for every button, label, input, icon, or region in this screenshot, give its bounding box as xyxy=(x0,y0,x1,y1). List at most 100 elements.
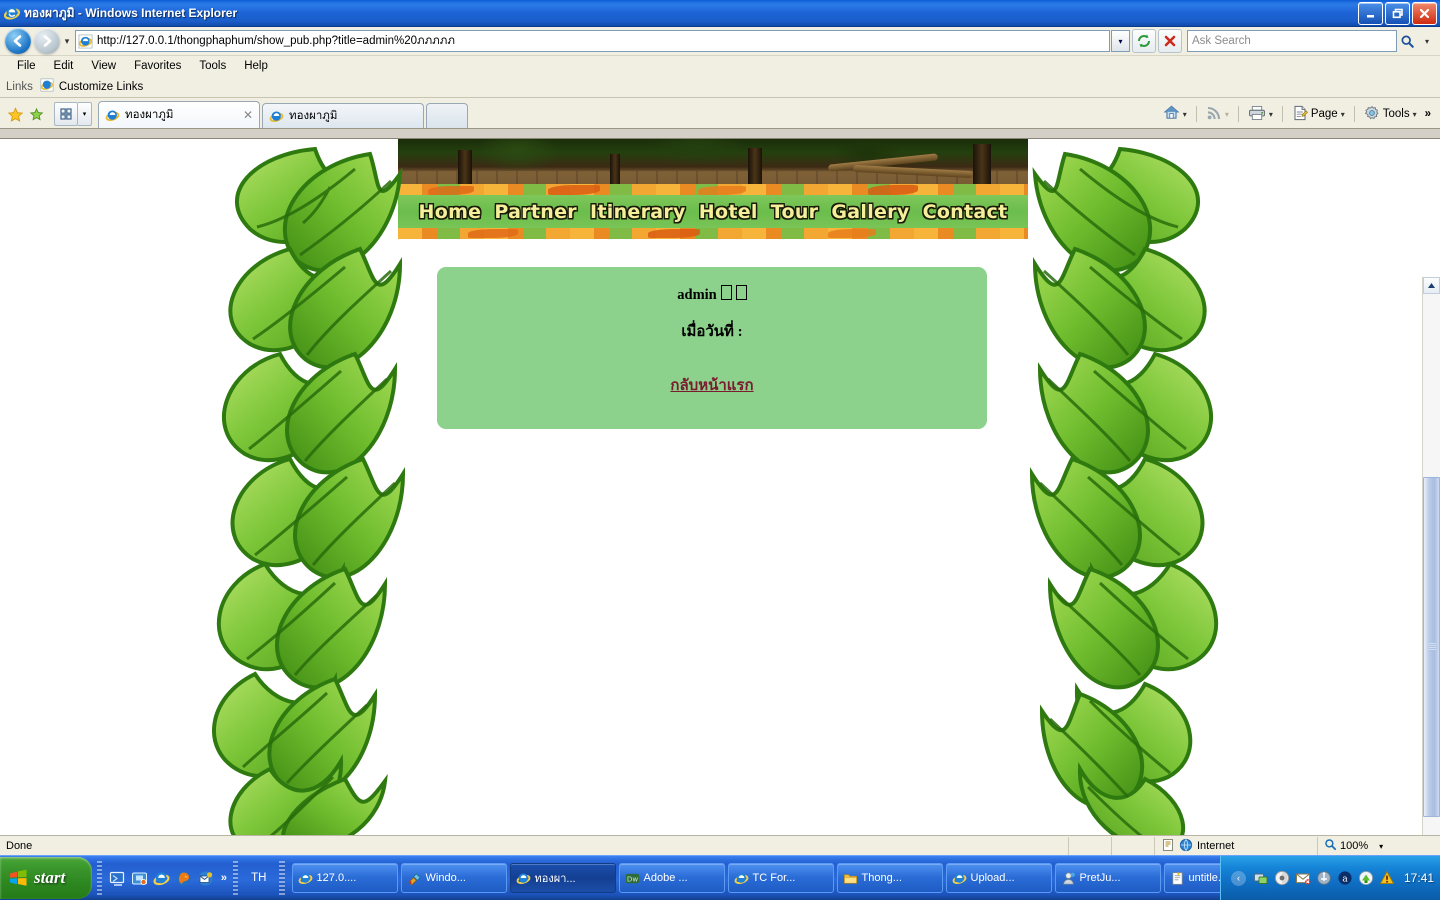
nav-link-hotel[interactable]: Hotel xyxy=(699,201,758,223)
task-button[interactable]: Thong... xyxy=(836,863,943,893)
back-to-home-link[interactable]: กลับหน้าแรก xyxy=(670,378,753,394)
page-menu-button[interactable]: Page ▾ xyxy=(1289,103,1348,125)
menu-item-edit[interactable]: Edit xyxy=(45,58,83,74)
home-caret-icon[interactable]: ▾ xyxy=(1183,110,1187,119)
task-button[interactable]: TC For... xyxy=(727,863,834,893)
security-zone[interactable]: Internet xyxy=(1154,837,1317,855)
clock[interactable]: 17:41 xyxy=(1404,871,1434,885)
tab-list-dropdown-button[interactable]: ▾ xyxy=(78,102,92,126)
page-icon xyxy=(1292,105,1308,124)
nav-link-partner[interactable]: Partner xyxy=(494,201,577,223)
mail-icon[interactable] xyxy=(1295,870,1311,886)
print-button[interactable]: ▾ xyxy=(1245,103,1276,125)
url-dropdown-button[interactable]: ▾ xyxy=(1111,30,1130,52)
outlook-express-icon[interactable] xyxy=(197,870,214,887)
url-input[interactable]: http://127.0.0.1/thongphaphum/show_pub.p… xyxy=(75,30,1110,52)
tools-caret-icon[interactable]: ▾ xyxy=(1413,110,1417,119)
home-button[interactable]: ▾ xyxy=(1160,103,1190,125)
scrollbar-thumb[interactable] xyxy=(1423,477,1440,817)
menu-item-view[interactable]: View xyxy=(82,58,125,74)
refresh-button[interactable] xyxy=(1132,29,1156,53)
tools-menu-button[interactable]: Tools ▾ xyxy=(1361,103,1420,125)
page-caret-icon[interactable]: ▾ xyxy=(1341,110,1345,119)
site-nav-links: Home Partner Itinerary Hotel Tour Galler… xyxy=(398,195,1028,228)
search-dropdown-button[interactable]: ▾ xyxy=(1417,30,1437,52)
page-canvas: Home Partner Itinerary Hotel Tour Galler… xyxy=(0,139,1424,849)
language-indicator[interactable]: TH xyxy=(241,872,276,884)
taskbar-grip[interactable] xyxy=(279,861,285,895)
paint-icon xyxy=(407,871,422,886)
quick-launch-grip[interactable] xyxy=(96,861,102,895)
svg-text:Dw: Dw xyxy=(626,874,637,883)
media-player-icon[interactable] xyxy=(131,870,148,887)
nav-link-contact[interactable]: Contact xyxy=(923,201,1008,223)
minimize-button[interactable] xyxy=(1358,2,1383,25)
start-button[interactable]: start xyxy=(0,857,92,899)
stop-button[interactable] xyxy=(1158,29,1182,53)
show-desktop-icon[interactable] xyxy=(109,870,126,887)
menu-item-help[interactable]: Help xyxy=(235,58,277,74)
restore-button[interactable] xyxy=(1385,2,1410,25)
antivirus-icon[interactable] xyxy=(1274,870,1290,886)
internet-explorer-icon[interactable] xyxy=(153,870,170,887)
search-icon[interactable] xyxy=(1397,30,1417,52)
links-bar: Links Customize Links xyxy=(0,76,1440,98)
vertical-scrollbar[interactable] xyxy=(1422,277,1440,849)
tab-thongphaphum-1[interactable]: ทองผาภูมิ ✕ xyxy=(98,101,260,128)
firefox-icon[interactable] xyxy=(175,870,192,887)
search-input[interactable]: Ask Search xyxy=(1187,30,1397,52)
nav-link-gallery[interactable]: Gallery xyxy=(831,201,909,223)
tree-trunk xyxy=(748,148,762,184)
toolbar-overflow-button[interactable]: » xyxy=(1422,103,1434,125)
update-icon[interactable] xyxy=(1358,870,1374,886)
network-icon[interactable] xyxy=(1253,870,1269,886)
menu-item-tools[interactable]: Tools xyxy=(190,58,235,74)
print-caret-icon[interactable]: ▾ xyxy=(1269,110,1273,119)
task-label: PretJu... xyxy=(1079,872,1121,884)
zoom-dropdown-icon[interactable]: ▾ xyxy=(1379,842,1383,851)
back-button[interactable] xyxy=(5,28,31,54)
task-label: Thong... xyxy=(861,872,902,884)
ie-logo-icon xyxy=(105,108,120,123)
task-button[interactable]: PretJu... xyxy=(1054,863,1161,893)
favorites-center-icon[interactable] xyxy=(4,102,26,128)
history-dropdown-button[interactable]: ▾ xyxy=(60,36,74,47)
nav-link-home[interactable]: Home xyxy=(419,201,482,223)
scroll-up-button[interactable] xyxy=(1423,277,1440,294)
tray-expand-button[interactable]: ‹ xyxy=(1230,870,1246,886)
forward-button[interactable] xyxy=(34,28,60,54)
task-button-active[interactable]: ทองผา... xyxy=(509,863,616,893)
warning-icon[interactable] xyxy=(1379,870,1395,886)
feed-icon xyxy=(1206,105,1222,124)
nav-link-itinerary[interactable]: Itinerary xyxy=(590,201,686,223)
task-label: Upload... xyxy=(970,872,1015,884)
new-tab-button[interactable] xyxy=(426,103,468,128)
task-button[interactable]: Upload... xyxy=(945,863,1052,893)
status-spacer-1 xyxy=(1068,837,1111,855)
language-bar-grip[interactable] xyxy=(232,861,239,895)
tab-close-icon[interactable]: ✕ xyxy=(241,108,255,122)
task-button[interactable]: Dw Adobe ... xyxy=(618,863,725,893)
quick-launch-overflow-button[interactable]: » xyxy=(221,872,227,884)
feeds-caret-icon[interactable]: ▾ xyxy=(1225,110,1229,119)
post-author-line: admin xyxy=(437,267,987,304)
link-customize-links[interactable]: Customize Links xyxy=(59,81,143,93)
dreamweaver-icon: Dw xyxy=(625,871,640,886)
close-button[interactable] xyxy=(1412,2,1437,25)
menu-bar: File Edit View Favorites Tools Help xyxy=(0,56,1440,76)
zoom-control[interactable]: 100% ▾ xyxy=(1317,837,1440,855)
task-button[interactable]: untitle... xyxy=(1163,863,1220,893)
task-button[interactable]: Windo... xyxy=(400,863,507,893)
feeds-button[interactable]: ▾ xyxy=(1203,103,1232,125)
acrobat-icon[interactable]: a xyxy=(1337,870,1353,886)
command-bar: ▾ ▾ ▾ Page ▾ Tools ▾ » xyxy=(1160,103,1434,125)
nav-link-tour[interactable]: Tour xyxy=(771,201,819,223)
task-button[interactable]: 127.0.... xyxy=(291,863,398,893)
usb-icon[interactable] xyxy=(1316,870,1332,886)
add-to-favorites-icon[interactable] xyxy=(26,102,48,128)
menu-item-file[interactable]: File xyxy=(8,58,45,74)
tab-thongphaphum-2[interactable]: ทองผาภูมิ xyxy=(262,103,424,128)
print-icon xyxy=(1248,105,1266,124)
menu-item-favorites[interactable]: Favorites xyxy=(125,58,190,74)
quick-tabs-button[interactable] xyxy=(54,102,78,126)
